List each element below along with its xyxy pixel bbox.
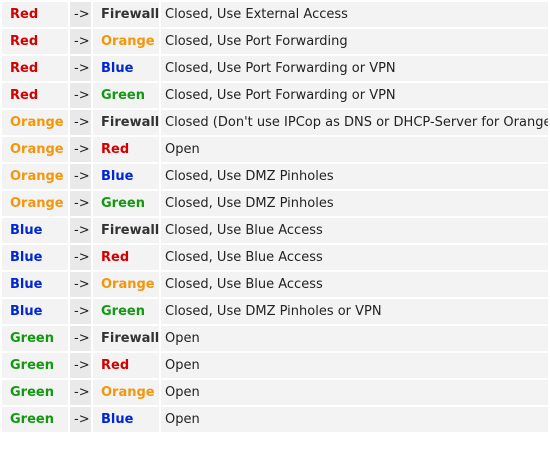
rule-description: Closed, Use Blue Access [161,218,548,243]
source-zone: Green [2,407,68,432]
source-zone: Blue [2,272,68,297]
destination-zone: Red [93,137,159,162]
source-zone: Green [2,353,68,378]
direction-arrow: -> [70,83,91,108]
rule-description: Open [161,137,548,162]
destination-zone: Blue [93,56,159,81]
traffic-rule-row: Orange -> Green Closed, Use DMZ Pinholes [2,191,548,216]
rule-description: Open [161,407,548,432]
destination-zone: Firewall [93,326,159,351]
source-zone: Orange [2,110,68,135]
rule-description: Closed, Use Blue Access [161,245,548,270]
direction-arrow: -> [70,218,91,243]
source-zone: Blue [2,245,68,270]
traffic-rule-row: Red -> Firewall Closed, Use External Access [2,2,548,27]
direction-arrow: -> [70,137,91,162]
direction-arrow: -> [70,56,91,81]
source-zone: Blue [2,299,68,324]
rule-description: Closed, Use Port Forwarding or VPN [161,83,548,108]
source-zone: Orange [2,137,68,162]
source-zone: Orange [2,191,68,216]
destination-zone: Orange [93,29,159,54]
destination-zone: Green [93,83,159,108]
traffic-rule-row: Orange -> Red Open [2,137,548,162]
destination-zone: Orange [93,272,159,297]
rule-description: Closed, Use Port Forwarding or VPN [161,56,548,81]
direction-arrow: -> [70,299,91,324]
traffic-rule-row: Red -> Blue Closed, Use Port Forwarding or … [2,56,548,81]
destination-zone: Firewall [93,218,159,243]
rule-description: Closed, Use DMZ Pinholes or VPN [161,299,548,324]
direction-arrow: -> [70,353,91,378]
direction-arrow: -> [70,407,91,432]
direction-arrow: -> [70,245,91,270]
rule-description: Closed, Use DMZ Pinholes [161,191,548,216]
traffic-rules-table: Red -> Firewall Closed, Use External Access… [0,0,550,434]
source-zone: Green [2,326,68,351]
traffic-rule-row: Blue -> Red Closed, Use Blue Access [2,245,548,270]
source-zone: Orange [2,164,68,189]
rule-description: Closed, Use Blue Access [161,272,548,297]
source-zone: Red [2,83,68,108]
rule-description: Closed, Use DMZ Pinholes [161,164,548,189]
destination-zone: Green [93,299,159,324]
rule-description: Open [161,353,548,378]
destination-zone: Firewall [93,2,159,27]
traffic-rule-row: Green -> Red Open [2,353,548,378]
direction-arrow: -> [70,110,91,135]
destination-zone: Red [93,353,159,378]
direction-arrow: -> [70,29,91,54]
traffic-rule-row: Red -> Green Closed, Use Port Forwarding or… [2,83,548,108]
traffic-rule-row: Green -> Firewall Open [2,326,548,351]
rule-description: Open [161,326,548,351]
traffic-rule-row: Orange -> Firewall Closed (Don't use IPCop … [2,110,548,135]
direction-arrow: -> [70,326,91,351]
source-zone: Red [2,2,68,27]
traffic-rule-row: Green -> Blue Open [2,407,548,432]
rule-description: Closed (Don't use IPCop as DNS or DHCP-S… [161,110,548,135]
traffic-rule-row: Red -> Orange Closed, Use Port Forwarding [2,29,548,54]
direction-arrow: -> [70,2,91,27]
rule-description: Closed, Use Port Forwarding [161,29,548,54]
source-zone: Green [2,380,68,405]
traffic-rules-body: Red -> Firewall Closed, Use External Access… [2,2,548,432]
destination-zone: Green [93,191,159,216]
source-zone: Red [2,29,68,54]
traffic-rule-row: Blue -> Orange Closed, Use Blue Access [2,272,548,297]
source-zone: Red [2,56,68,81]
rule-description: Closed, Use External Access [161,2,548,27]
destination-zone: Orange [93,380,159,405]
destination-zone: Firewall [93,110,159,135]
traffic-rule-row: Orange -> Blue Closed, Use DMZ Pinholes [2,164,548,189]
destination-zone: Red [93,245,159,270]
direction-arrow: -> [70,164,91,189]
direction-arrow: -> [70,272,91,297]
traffic-rule-row: Blue -> Green Closed, Use DMZ Pinholes or V… [2,299,548,324]
traffic-rule-row: Green -> Orange Open [2,380,548,405]
rule-description: Open [161,380,548,405]
destination-zone: Blue [93,164,159,189]
traffic-rule-row: Blue -> Firewall Closed, Use Blue Access [2,218,548,243]
direction-arrow: -> [70,191,91,216]
direction-arrow: -> [70,380,91,405]
source-zone: Blue [2,218,68,243]
destination-zone: Blue [93,407,159,432]
